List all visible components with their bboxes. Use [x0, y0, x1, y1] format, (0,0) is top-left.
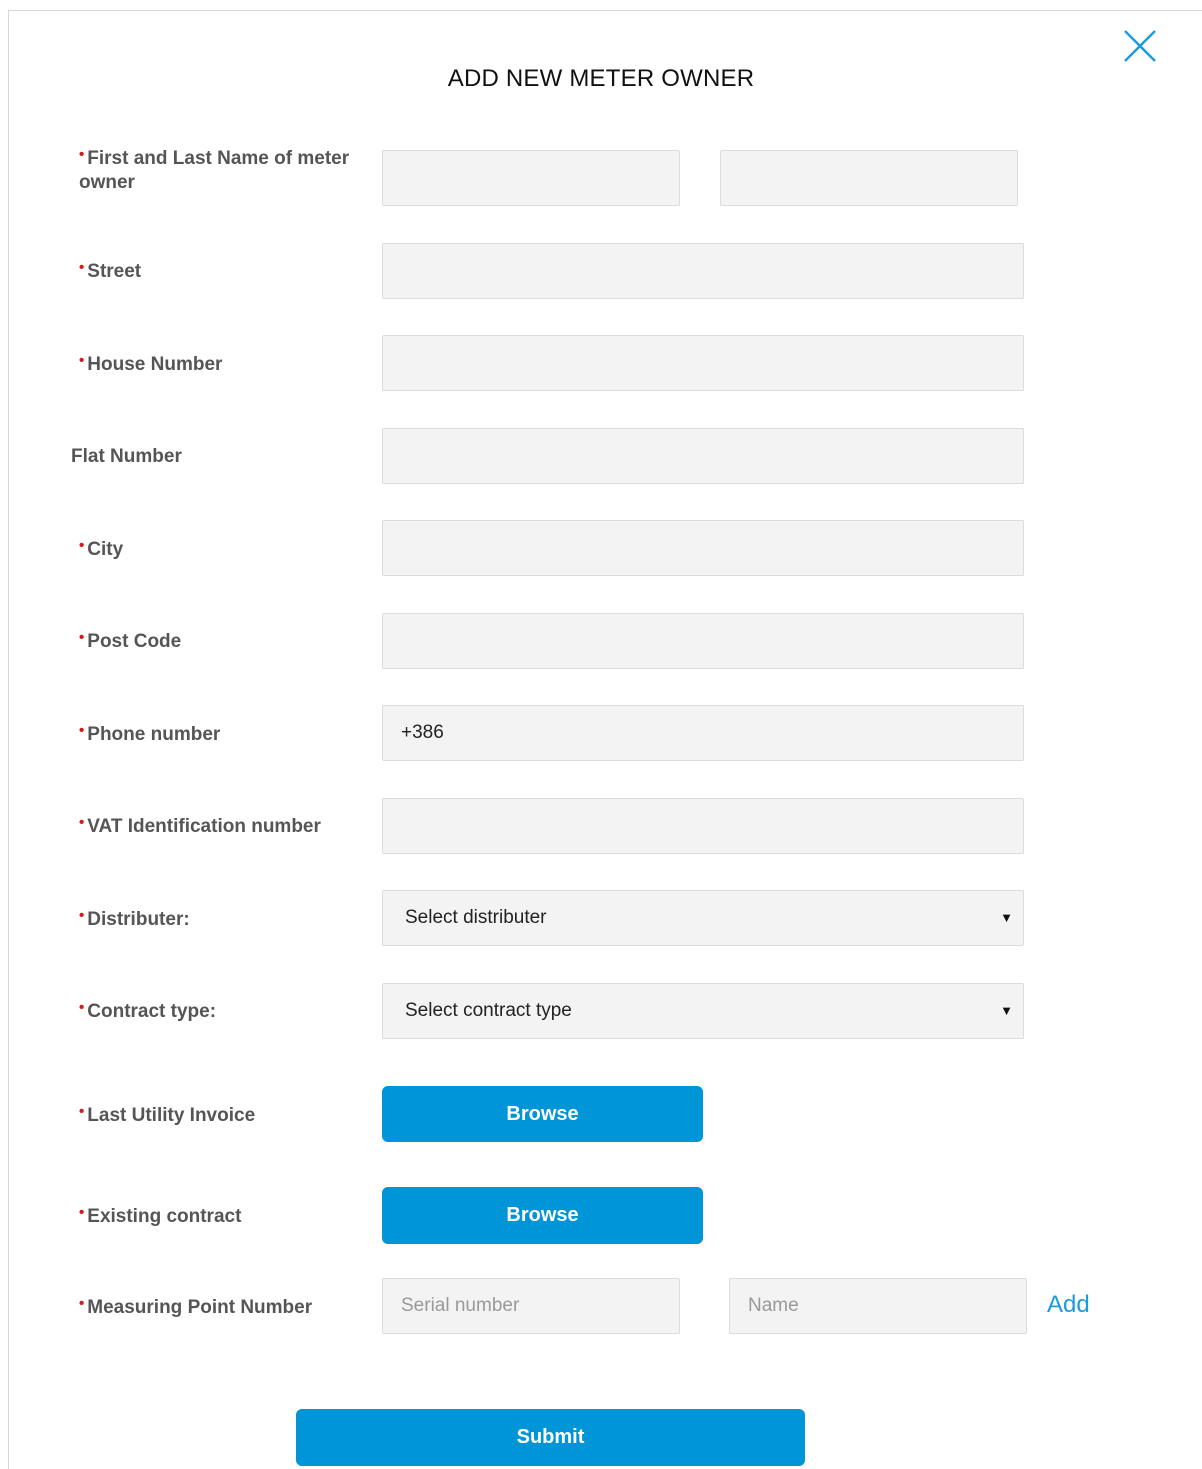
vat-number-input[interactable]	[382, 798, 1024, 854]
first-name-input[interactable]	[382, 150, 680, 206]
required-marker: •	[79, 722, 85, 739]
modal-title: ADD NEW METER OWNER	[447, 65, 755, 92]
name-label: • First and Last Name of meter owner	[79, 146, 350, 193]
required-marker: •	[79, 1204, 85, 1221]
add-measuring-point-link[interactable]: Add	[1047, 1291, 1090, 1319]
post-code-input[interactable]	[382, 613, 1024, 669]
close-icon[interactable]	[1121, 27, 1159, 65]
last-invoice-label: • Last Utility Invoice	[79, 1103, 256, 1126]
flat-number-input[interactable]	[382, 428, 1024, 484]
house-number-label: • House Number	[79, 352, 223, 375]
required-marker: •	[79, 146, 85, 163]
serial-number-input[interactable]	[382, 1278, 680, 1334]
required-marker: •	[79, 907, 85, 924]
add-meter-owner-modal: ADD NEW METER OWNER • First and Last Name…	[8, 10, 1202, 1469]
browse-invoice-button[interactable]: Browse	[382, 1086, 703, 1142]
phone-number-label: • Phone number	[79, 722, 221, 745]
distributer-select[interactable]: Select distributer ▼	[382, 890, 1024, 946]
dropdown-caret-icon: ▼	[1000, 1003, 1013, 1018]
required-marker: •	[79, 629, 85, 646]
dropdown-caret-icon: ▼	[1000, 910, 1013, 925]
submit-button[interactable]: Submit	[296, 1409, 805, 1466]
required-marker: •	[79, 259, 85, 276]
street-label: • Street	[79, 259, 142, 282]
measuring-point-name-input[interactable]	[729, 1278, 1027, 1334]
required-marker: •	[79, 814, 85, 831]
house-number-input[interactable]	[382, 335, 1024, 391]
contract-type-select[interactable]: Select contract type ▼	[382, 983, 1024, 1039]
required-marker: •	[79, 1295, 85, 1312]
distributer-label: • Distributer:	[79, 907, 190, 930]
post-code-label: • Post Code	[79, 629, 182, 652]
required-marker: •	[79, 352, 85, 369]
contract-type-label: • Contract type:	[79, 999, 217, 1022]
vat-number-label: • VAT Identification number	[79, 814, 321, 837]
city-label: • City	[79, 537, 124, 560]
browse-contract-button[interactable]: Browse	[382, 1187, 703, 1244]
required-marker: •	[79, 537, 85, 554]
flat-number-label: Flat Number	[71, 446, 182, 467]
last-name-input[interactable]	[720, 150, 1018, 206]
distributer-selected-value: Select distributer	[405, 907, 547, 928]
street-input[interactable]	[382, 243, 1024, 299]
required-marker: •	[79, 999, 85, 1016]
existing-contract-label: • Existing contract	[79, 1204, 242, 1227]
contract-type-selected-value: Select contract type	[405, 1000, 572, 1021]
measuring-point-label: • Measuring Point Number	[79, 1295, 313, 1318]
phone-number-input[interactable]	[382, 705, 1024, 761]
city-input[interactable]	[382, 520, 1024, 576]
required-marker: •	[79, 1103, 85, 1120]
